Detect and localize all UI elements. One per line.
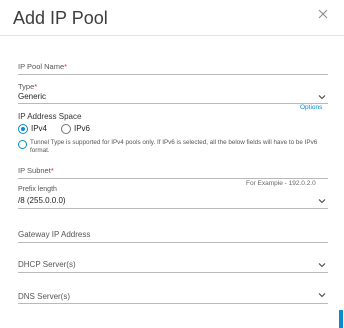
dns-server-label: DNS Server(s) bbox=[18, 292, 71, 301]
type-select-value[interactable]: Generic bbox=[18, 92, 46, 101]
prefix-length-label: Prefix length bbox=[18, 186, 57, 193]
gateway-ip-label: Gateway IP Address bbox=[18, 230, 91, 239]
ip-pool-name-input[interactable] bbox=[18, 74, 328, 75]
ipv4-radio[interactable] bbox=[18, 124, 28, 134]
ip-pool-name-label: IP Pool Name* bbox=[18, 62, 68, 71]
header-divider bbox=[0, 35, 344, 36]
dns-server-select[interactable] bbox=[18, 303, 328, 304]
info-icon bbox=[18, 140, 27, 149]
add-ip-pool-dialog: Add IP Pool IP Pool Name* Type* Generic … bbox=[0, 0, 344, 328]
type-label: Type* bbox=[18, 82, 38, 91]
gateway-ip-input[interactable] bbox=[18, 242, 328, 243]
close-icon[interactable] bbox=[318, 9, 328, 19]
type-chevron-down-icon[interactable] bbox=[318, 94, 326, 100]
dns-chevron-down-icon[interactable] bbox=[318, 292, 326, 298]
ip-subnet-input[interactable] bbox=[18, 178, 328, 179]
dialog-title: Add IP Pool bbox=[13, 8, 108, 28]
dhcp-chevron-down-icon[interactable] bbox=[318, 262, 326, 268]
dhcp-server-label: DHCP Server(s) bbox=[18, 260, 76, 269]
dhcp-server-select[interactable] bbox=[18, 272, 328, 273]
info-text: Tunnel Type is supported for IPv4 pools … bbox=[30, 139, 318, 154]
prefix-chevron-down-icon[interactable] bbox=[318, 198, 326, 204]
options-link[interactable]: Options bbox=[300, 104, 322, 111]
prefix-length-select[interactable] bbox=[18, 208, 328, 209]
ip-subnet-hint: For Example - 192.0.2.0 bbox=[246, 180, 316, 187]
type-select[interactable] bbox=[18, 103, 328, 104]
ip-subnet-label: IP Subnet* bbox=[18, 166, 54, 175]
ipv4-radio-label[interactable]: IPv4 bbox=[31, 124, 47, 133]
scrollbar[interactable] bbox=[339, 310, 343, 328]
ipv6-radio[interactable] bbox=[61, 124, 71, 134]
prefix-length-value[interactable]: /8 (255.0.0.0) bbox=[18, 196, 66, 205]
ip-address-space-label: IP Address Space bbox=[18, 112, 82, 121]
ipv6-radio-label[interactable]: IPv6 bbox=[74, 124, 90, 133]
